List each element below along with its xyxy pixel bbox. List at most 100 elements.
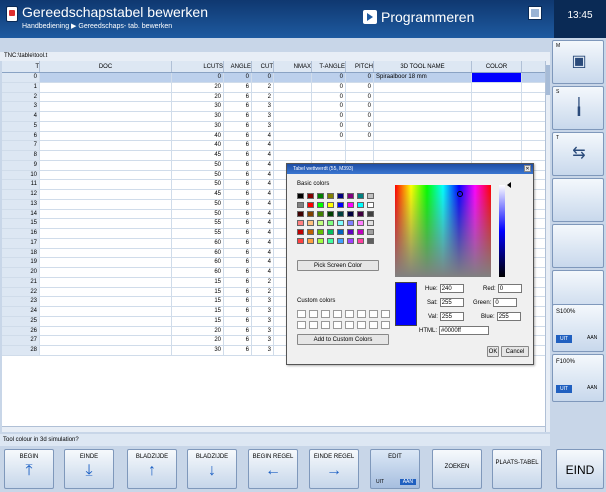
table-cell[interactable]: 6 (224, 121, 252, 131)
table-cell[interactable] (374, 151, 472, 160)
table-cell[interactable]: 0 (252, 73, 274, 82)
color-swatch[interactable] (317, 202, 324, 208)
col-header-angle[interactable]: ANGLE (224, 61, 252, 72)
custom-color-swatch[interactable] (333, 321, 342, 329)
color-picker-dialog[interactable]: Tabel wettwerdt (55, M393) ✕ Basic color… (286, 163, 534, 365)
table-cell[interactable]: 8 (2, 151, 40, 160)
table-cell[interactable] (40, 219, 172, 228)
table-cell[interactable]: 0 (312, 102, 346, 111)
color-swatch[interactable] (297, 202, 304, 208)
hue-saturation-field[interactable] (395, 185, 491, 277)
custom-color-swatch[interactable] (321, 321, 330, 329)
table-cell[interactable]: 30 (172, 112, 224, 121)
plaatstabel-button[interactable]: PLAATS-TABEL (492, 449, 542, 489)
table-cell[interactable]: 30 (172, 102, 224, 111)
table-cell[interactable] (40, 229, 172, 238)
table-cell[interactable]: 3 (252, 297, 274, 306)
color-swatch[interactable] (337, 229, 344, 235)
table-cell[interactable] (312, 151, 346, 160)
table-cell[interactable]: 6 (224, 131, 252, 141)
table-row[interactable]: 4 30 6 3 0 0 (2, 112, 545, 122)
table-cell[interactable]: 17 (2, 238, 40, 248)
table-cell[interactable]: 6 (224, 229, 252, 238)
table-cell[interactable] (40, 141, 172, 150)
table-cell[interactable]: 1 (2, 82, 40, 92)
table-cell[interactable]: 6 (224, 326, 252, 336)
table-cell[interactable]: 50 (172, 180, 224, 189)
side-empty-button-2[interactable] (552, 224, 604, 268)
table-cell[interactable] (374, 121, 472, 131)
spindle-override[interactable]: S100% UIT AAN (552, 304, 604, 352)
color-swatch[interactable] (307, 202, 314, 208)
table-cell[interactable] (274, 112, 312, 121)
table-cell[interactable]: 11 (2, 180, 40, 189)
table-cell[interactable]: 6 (224, 277, 252, 287)
table-cell[interactable]: 0 (312, 82, 346, 92)
table-cell[interactable]: 7 (2, 141, 40, 150)
table-row[interactable]: 6 40 6 4 0 0 (2, 131, 545, 142)
table-cell[interactable] (374, 92, 472, 102)
table-cell[interactable]: 2 (252, 277, 274, 287)
table-cell[interactable] (374, 82, 472, 92)
color-swatch[interactable] (357, 238, 364, 244)
table-cell[interactable]: 6 (224, 316, 252, 326)
table-cell[interactable]: 0 (312, 92, 346, 102)
table-cell[interactable] (40, 180, 172, 189)
table-cell[interactable] (40, 92, 172, 102)
table-cell[interactable]: 6 (224, 307, 252, 316)
table-cell[interactable] (472, 102, 522, 111)
col-header-nmax[interactable]: NMAX (274, 61, 312, 72)
table-cell[interactable]: 6 (224, 151, 252, 160)
hue-input[interactable]: 240 (439, 284, 464, 293)
value-slider[interactable] (499, 185, 505, 277)
table-cell[interactable]: 6 (224, 346, 252, 355)
custom-color-swatch[interactable] (381, 310, 390, 318)
table-cell[interactable] (40, 190, 172, 199)
horizontal-scrollbar[interactable] (2, 426, 545, 432)
table-cell[interactable]: 0 (312, 112, 346, 121)
feed-uit[interactable]: UIT (556, 385, 572, 393)
table-cell[interactable]: 2 (252, 287, 274, 297)
blue-input[interactable]: 255 (496, 312, 521, 321)
table-cell[interactable]: 2 (252, 82, 274, 92)
color-swatch[interactable] (327, 238, 334, 244)
table-cell[interactable] (472, 82, 522, 92)
table-cell[interactable] (274, 73, 312, 82)
side-empty-button-1[interactable] (552, 178, 604, 222)
table-cell[interactable] (274, 82, 312, 92)
table-cell[interactable] (274, 151, 312, 160)
custom-color-swatch[interactable] (309, 310, 318, 318)
table-cell[interactable]: 19 (2, 258, 40, 267)
table-cell[interactable]: 40 (172, 131, 224, 141)
custom-color-swatch[interactable] (309, 321, 318, 329)
table-cell[interactable]: 60 (172, 268, 224, 277)
color-swatch[interactable] (367, 220, 374, 226)
col-header-lcuts[interactable]: LCUTS (172, 61, 224, 72)
table-cell[interactable] (274, 92, 312, 102)
table-cell[interactable]: 2 (2, 92, 40, 102)
color-swatch[interactable] (337, 238, 344, 244)
color-swatch[interactable] (317, 193, 324, 199)
table-cell[interactable] (40, 258, 172, 267)
table-cell[interactable] (40, 102, 172, 111)
table-cell[interactable]: 60 (172, 258, 224, 267)
table-cell[interactable] (40, 160, 172, 170)
color-swatch[interactable] (307, 193, 314, 199)
table-cell[interactable]: 4 (252, 170, 274, 180)
table-cell[interactable]: 0 (346, 82, 374, 92)
table-cell[interactable]: 15 (2, 219, 40, 228)
table-row[interactable]: 3 30 6 3 0 0 (2, 102, 545, 112)
color-swatch[interactable] (307, 211, 314, 217)
table-cell[interactable]: 6 (2, 131, 40, 141)
table-cell[interactable]: 6 (224, 258, 252, 267)
table-cell[interactable]: Spiraalboor 18 mm (374, 73, 472, 82)
table-cell[interactable]: 4 (252, 209, 274, 219)
custom-color-swatch[interactable] (357, 310, 366, 318)
table-cell[interactable]: 13 (2, 199, 40, 209)
table-cell[interactable]: 18 (2, 248, 40, 258)
table-row[interactable]: 0 0 0 0 0 0 Spiraalboor 18 mm (2, 73, 545, 83)
table-cell[interactable] (274, 102, 312, 111)
table-cell[interactable]: 30 (172, 121, 224, 131)
color-swatch[interactable] (347, 193, 354, 199)
table-cell[interactable]: 0 (346, 121, 374, 131)
